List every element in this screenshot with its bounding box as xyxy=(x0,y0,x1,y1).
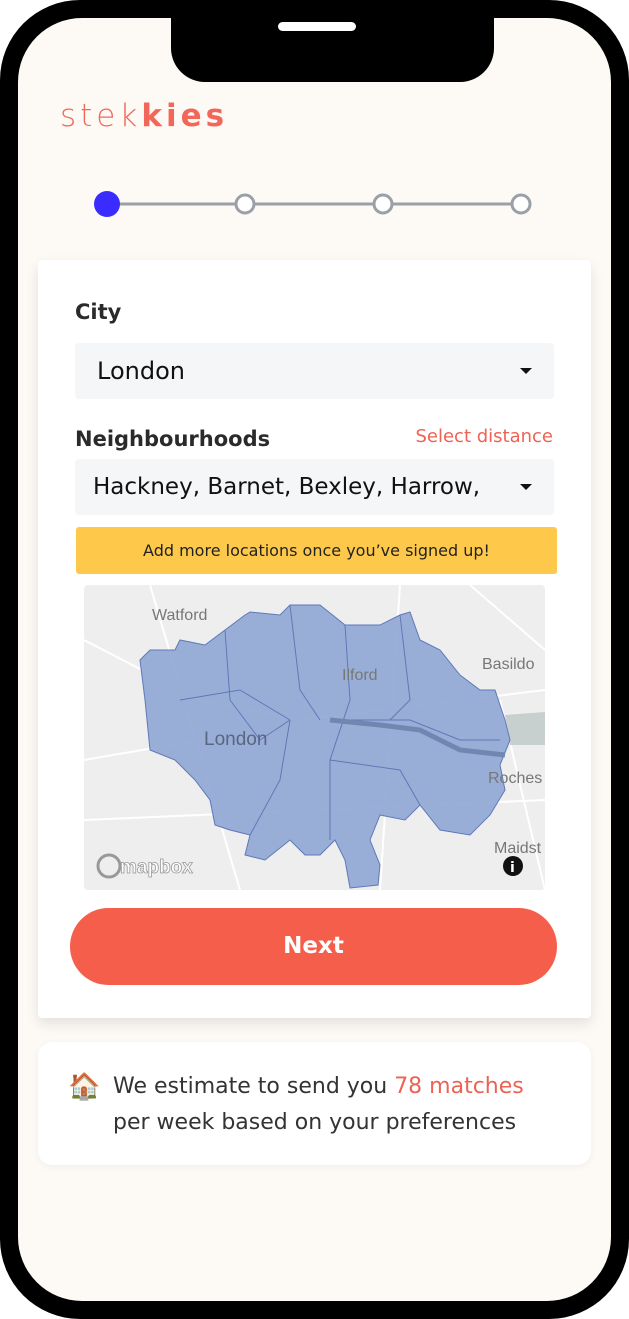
matches-count: 78 matches xyxy=(394,1074,524,1099)
step-4[interactable] xyxy=(510,193,532,215)
caret-down-icon xyxy=(520,368,532,374)
map-label-london: London xyxy=(204,729,267,750)
estimate-card: 🏠 We estimate to send you 78 matches per… xyxy=(38,1042,591,1165)
map-label-watford: Watford xyxy=(152,607,207,624)
city-label: City xyxy=(75,300,122,324)
stepper xyxy=(94,191,532,217)
house-icon: 🏠 xyxy=(68,1072,101,1102)
info-icon-glyph: i xyxy=(510,860,515,876)
speaker xyxy=(278,22,356,31)
select-distance-link[interactable]: Select distance xyxy=(415,426,553,447)
city-value: London xyxy=(97,357,185,385)
mapbox-logo-icon xyxy=(96,853,122,879)
map-label-rochester: Roches xyxy=(488,770,542,787)
step-3[interactable] xyxy=(372,193,394,215)
step-1-active[interactable] xyxy=(94,191,120,217)
neighbourhoods-label: Neighbourhoods xyxy=(75,427,271,451)
caret-down-icon xyxy=(520,484,532,490)
map-canvas[interactable]: Watford Ilford Basildo London Roches Mai… xyxy=(84,585,545,890)
map[interactable]: Watford Ilford Basildo London Roches Mai… xyxy=(84,585,545,890)
estimate-line-1: We estimate to send you 78 matches xyxy=(113,1074,524,1099)
mapbox-attribution[interactable]: mapbox xyxy=(120,857,194,879)
form-card: City London Neighbourhoods Select distan… xyxy=(38,260,591,1018)
next-button[interactable]: Next xyxy=(70,908,557,985)
map-label-maidstone: Maidst xyxy=(494,840,542,857)
map-label-ilford: Ilford xyxy=(342,667,378,684)
signup-banner: Add more locations once you’ve signed up… xyxy=(76,527,557,574)
map-label-basildon: Basildo xyxy=(482,656,535,673)
city-select[interactable]: London xyxy=(75,343,554,399)
estimate-prefix: We estimate to send you xyxy=(113,1074,395,1099)
neighbourhoods-value: Hackney, Barnet, Bexley, Harrow, xyxy=(93,474,481,500)
estuary xyxy=(505,712,545,745)
step-2[interactable] xyxy=(234,193,256,215)
estimate-line-2: per week based on your preferences xyxy=(113,1110,517,1135)
neighbourhoods-select[interactable]: Hackney, Barnet, Bexley, Harrow, xyxy=(75,459,554,515)
